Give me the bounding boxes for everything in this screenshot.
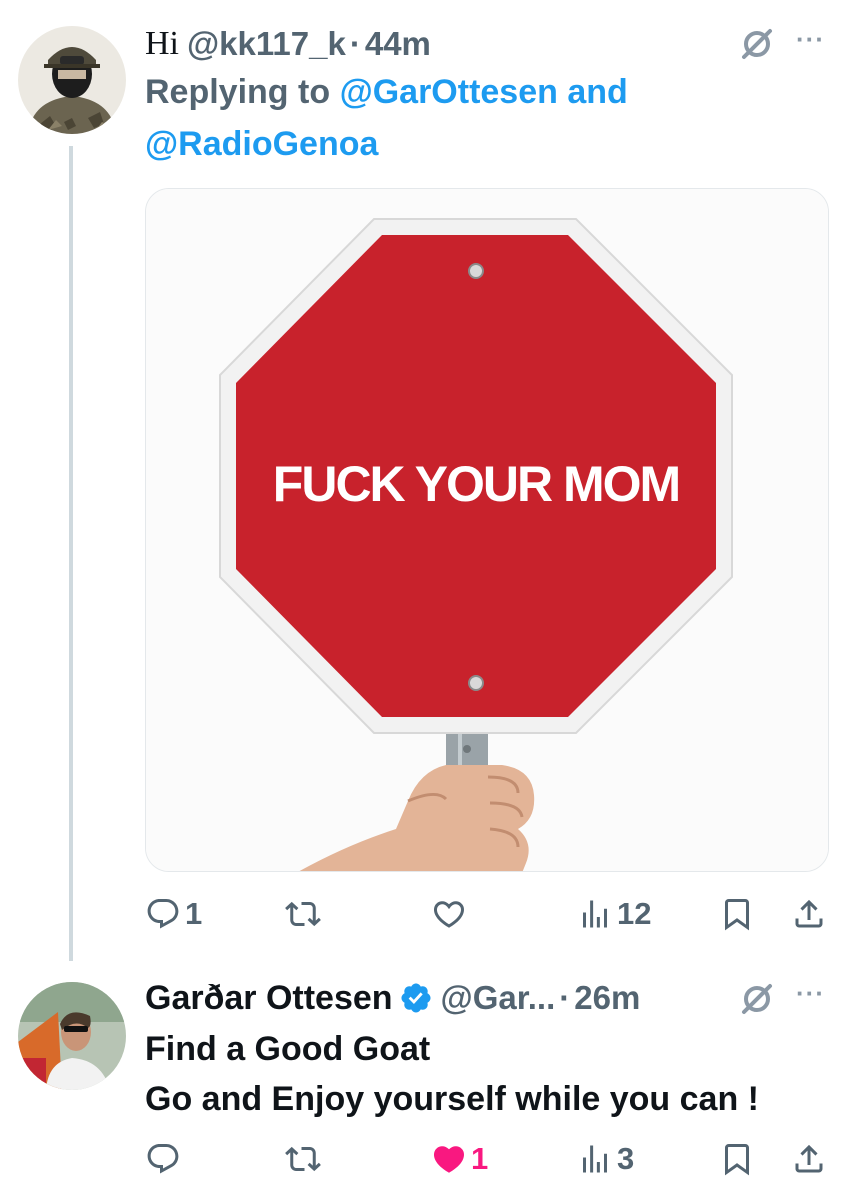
reply-button[interactable]: 1 bbox=[145, 889, 202, 939]
separator-dot: · bbox=[349, 25, 361, 62]
retweet-icon bbox=[285, 901, 321, 927]
share-icon bbox=[795, 1144, 823, 1173]
tweet2-actions: 1 3 bbox=[145, 1134, 829, 1184]
tweet-kk117: Hi @kk117_k · 44m ··· Replying to @GarOt… bbox=[0, 0, 847, 961]
mention-conjunction: and bbox=[567, 73, 628, 111]
heart-filled-icon bbox=[433, 1146, 465, 1173]
replying-to: Replying to @GarOttesen and @RadioGenoa bbox=[145, 66, 745, 170]
tweet-header: Hi @kk117_k · 44m bbox=[145, 22, 431, 66]
grok-icon[interactable] bbox=[738, 980, 776, 1018]
share-icon bbox=[795, 899, 823, 928]
share-button[interactable] bbox=[791, 889, 827, 939]
views-button[interactable]: 12 bbox=[577, 889, 651, 939]
bookmark-icon bbox=[725, 899, 749, 931]
retweet-button[interactable] bbox=[285, 889, 321, 939]
like-button[interactable] bbox=[431, 889, 467, 939]
bookmark-button[interactable] bbox=[719, 889, 755, 939]
tweet-garottesen: Garðar Ottesen @Gar... · 26m ··· Find a … bbox=[0, 960, 847, 1200]
share-button[interactable] bbox=[791, 1134, 827, 1184]
like-button[interactable]: 1 bbox=[431, 1134, 488, 1184]
timestamp[interactable]: 44m bbox=[365, 25, 431, 63]
tweet-text-line1: Find a Good Goat bbox=[145, 1030, 431, 1068]
display-name[interactable]: Garðar Ottesen bbox=[145, 979, 393, 1018]
bookmark-button[interactable] bbox=[719, 1134, 755, 1184]
replying-prefix: Replying to bbox=[145, 73, 331, 111]
views-count: 12 bbox=[617, 896, 652, 931]
thread-line bbox=[69, 146, 73, 961]
grok-icon[interactable] bbox=[738, 25, 776, 63]
reply-icon bbox=[147, 899, 179, 929]
tweet-image[interactable]: FUCK YOUR MOM bbox=[145, 188, 829, 872]
retweet-icon bbox=[285, 1146, 321, 1172]
tweet-text-line2: Go and Enjoy yourself while you can ! bbox=[145, 1080, 759, 1118]
avatar-garottesen[interactable] bbox=[18, 982, 126, 1090]
mention-radiogenoa[interactable]: @RadioGenoa bbox=[145, 125, 378, 163]
tweet1-actions: 1 12 bbox=[145, 889, 829, 939]
user-handle[interactable]: @Gar... bbox=[441, 979, 556, 1017]
more-options-icon[interactable]: ··· bbox=[796, 978, 825, 1009]
display-name[interactable]: Hi bbox=[145, 25, 179, 63]
reply-count: 1 bbox=[185, 896, 203, 931]
bookmark-icon bbox=[725, 1144, 749, 1176]
views-icon bbox=[583, 1145, 607, 1173]
sign-text: FUCK YOUR MOM bbox=[273, 456, 679, 512]
views-count: 3 bbox=[617, 1141, 635, 1176]
timestamp[interactable]: 26m bbox=[574, 979, 640, 1017]
retweet-button[interactable] bbox=[285, 1134, 321, 1184]
verified-badge-icon bbox=[399, 981, 433, 1015]
views-button[interactable]: 3 bbox=[577, 1134, 634, 1184]
avatar-kk117[interactable] bbox=[18, 26, 126, 134]
tweet2-header: Garðar Ottesen @Gar... · 26m bbox=[145, 976, 640, 1020]
user-handle[interactable]: @kk117_k bbox=[187, 25, 346, 63]
reply-button[interactable] bbox=[145, 1134, 185, 1184]
views-icon bbox=[583, 900, 607, 928]
separator-dot: · bbox=[559, 979, 571, 1016]
heart-icon bbox=[433, 901, 465, 928]
reply-icon bbox=[147, 1144, 179, 1174]
more-options-icon[interactable]: ··· bbox=[796, 24, 825, 55]
like-count: 1 bbox=[471, 1141, 489, 1176]
mention-garottesen[interactable]: @GarOttesen bbox=[340, 73, 558, 111]
